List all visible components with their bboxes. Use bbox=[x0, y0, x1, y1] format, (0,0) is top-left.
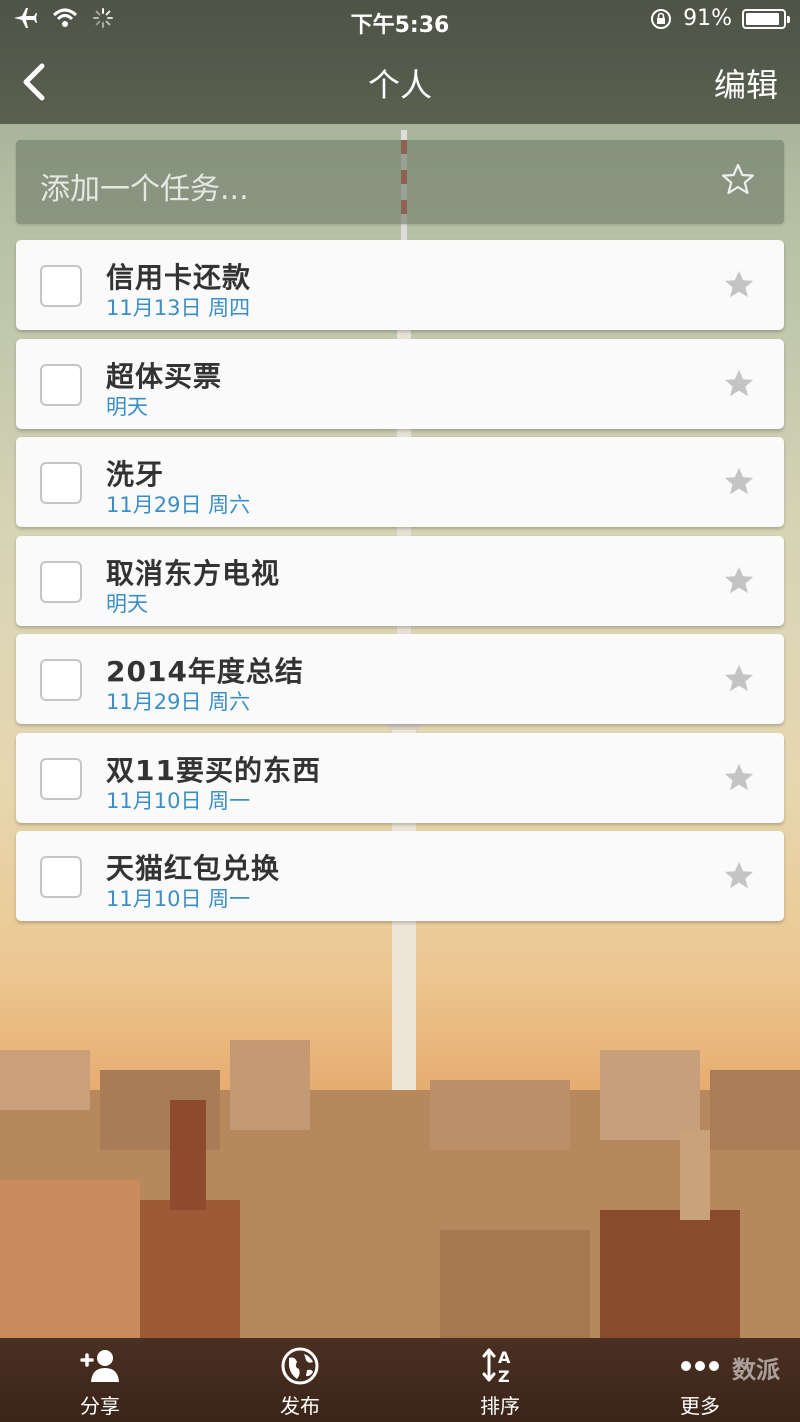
task-name[interactable]: 超体买票 bbox=[106, 355, 222, 395]
task-name[interactable]: 洗牙 bbox=[106, 453, 164, 493]
top-bar: 下午5:36 91% 个人 编辑 bbox=[0, 0, 800, 124]
battery-icon bbox=[742, 8, 790, 29]
task-row[interactable]: 天猫红包兑换 11月10日 周一 bbox=[16, 831, 784, 921]
add-task-placeholder[interactable]: 添加一个任务... bbox=[40, 164, 249, 208]
tab-share[interactable]: 分享 bbox=[0, 1338, 200, 1422]
city-background bbox=[0, 1040, 800, 1350]
task-row[interactable]: 洗牙 11月29日 周六 bbox=[16, 437, 784, 527]
task-row[interactable]: 信用卡还款 11月13日 周四 bbox=[16, 240, 784, 330]
task-name[interactable]: 信用卡还款 bbox=[106, 256, 251, 296]
star-icon[interactable] bbox=[722, 367, 756, 401]
task-name[interactable]: 取消东方电视 bbox=[106, 552, 280, 592]
task-name[interactable]: 天猫红包兑换 bbox=[106, 847, 280, 887]
more-dots-icon bbox=[681, 1361, 719, 1371]
task-checkbox[interactable] bbox=[40, 659, 82, 701]
star-outline-icon[interactable] bbox=[720, 162, 756, 198]
globe-icon bbox=[281, 1347, 319, 1385]
edit-button[interactable]: 编辑 bbox=[714, 60, 778, 106]
task-row[interactable]: 超体买票 明天 bbox=[16, 339, 784, 429]
watermark: 数派 bbox=[732, 1356, 780, 1384]
task-name[interactable]: 双11要买的东西 bbox=[106, 749, 321, 789]
task-due-date: 11月13日 周四 bbox=[106, 296, 251, 320]
status-bar: 下午5:36 91% bbox=[0, 0, 800, 40]
task-checkbox[interactable] bbox=[40, 265, 82, 307]
tab-label: 排序 bbox=[480, 1394, 520, 1418]
tab-publish[interactable]: 发布 bbox=[200, 1338, 400, 1422]
star-icon[interactable] bbox=[722, 761, 756, 795]
add-task-field[interactable]: 添加一个任务... bbox=[16, 140, 784, 224]
tab-sort[interactable]: A Z 排序 bbox=[400, 1338, 600, 1422]
star-icon[interactable] bbox=[722, 662, 756, 696]
task-row[interactable]: 取消东方电视 明天 bbox=[16, 536, 784, 626]
task-row[interactable]: 双11要买的东西 11月10日 周一 bbox=[16, 733, 784, 823]
task-due-date: 明天 bbox=[106, 592, 148, 616]
task-due-date: 11月10日 周一 bbox=[106, 789, 251, 813]
task-name[interactable]: 2014年度总结 bbox=[106, 650, 304, 690]
screen: 下午5:36 91% 个人 编辑 添加一个任务... 信用卡还款 11月13日 … bbox=[0, 0, 800, 1422]
tab-label: 分享 bbox=[80, 1394, 120, 1418]
star-icon[interactable] bbox=[722, 859, 756, 893]
task-row[interactable]: 2014年度总结 11月29日 周六 bbox=[16, 634, 784, 724]
task-checkbox[interactable] bbox=[40, 758, 82, 800]
task-checkbox[interactable] bbox=[40, 462, 82, 504]
star-icon[interactable] bbox=[722, 465, 756, 499]
task-checkbox[interactable] bbox=[40, 561, 82, 603]
task-due-date: 明天 bbox=[106, 395, 148, 419]
star-icon[interactable] bbox=[722, 268, 756, 302]
task-due-date: 11月10日 周一 bbox=[106, 887, 251, 911]
svg-text:Z: Z bbox=[498, 1367, 510, 1386]
task-checkbox[interactable] bbox=[40, 856, 82, 898]
rotation-lock-icon bbox=[651, 8, 672, 29]
tab-label: 更多 bbox=[680, 1394, 720, 1418]
task-checkbox[interactable] bbox=[40, 364, 82, 406]
battery-percent: 91% bbox=[683, 6, 732, 31]
status-right: 91% bbox=[649, 6, 790, 31]
star-icon[interactable] bbox=[722, 564, 756, 598]
sort-az-icon: A Z bbox=[482, 1348, 511, 1386]
bottom-toolbar: 分享 发布 A Z 排序 更多 bbox=[0, 1338, 800, 1422]
svg-text:A: A bbox=[498, 1348, 511, 1367]
add-person-icon bbox=[80, 1350, 119, 1382]
nav-bar: 个人 编辑 bbox=[0, 40, 800, 124]
task-due-date: 11月29日 周六 bbox=[106, 690, 251, 714]
task-due-date: 11月29日 周六 bbox=[106, 493, 251, 517]
battery-fill bbox=[746, 12, 779, 25]
page-title: 个人 bbox=[367, 66, 432, 104]
tab-label: 发布 bbox=[280, 1394, 320, 1418]
